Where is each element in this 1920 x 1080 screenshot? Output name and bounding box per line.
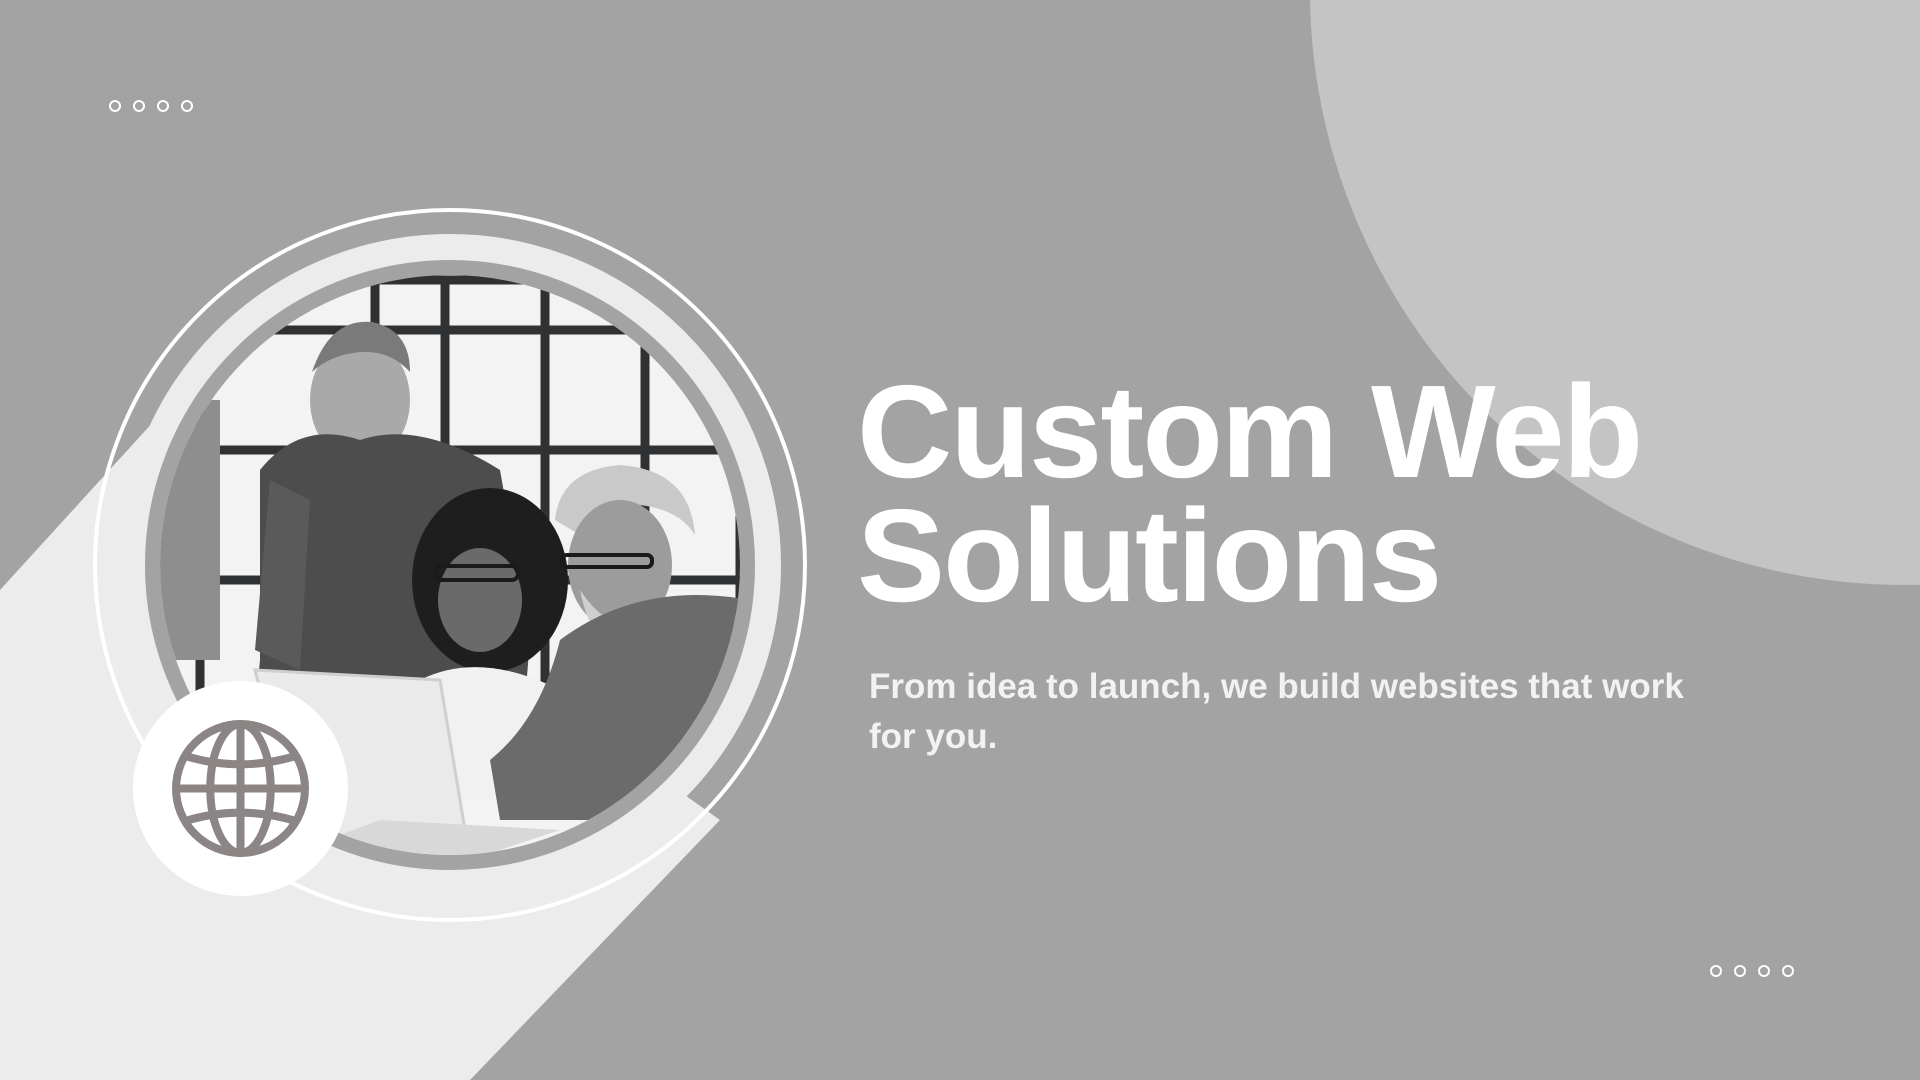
dot	[1734, 965, 1746, 977]
dot	[157, 100, 169, 112]
dot	[133, 100, 145, 112]
dot	[1758, 965, 1770, 977]
dot	[181, 100, 193, 112]
page-title: Custom Web Solutions	[857, 358, 1857, 629]
dot	[1782, 965, 1794, 977]
decorative-dots-top-left	[109, 100, 193, 112]
slide: Custom Web Solutions From idea to launch…	[0, 0, 1920, 1080]
subtitle: From idea to launch, we build websites t…	[869, 667, 1684, 756]
decorative-dots-bottom-right	[1710, 965, 1794, 977]
dot	[109, 100, 121, 112]
globe-icon	[172, 720, 309, 857]
title-line-1: Custom Web	[857, 358, 1643, 505]
globe-badge	[133, 681, 348, 896]
title-line-2: Solutions	[857, 482, 1442, 629]
dot	[1710, 965, 1722, 977]
